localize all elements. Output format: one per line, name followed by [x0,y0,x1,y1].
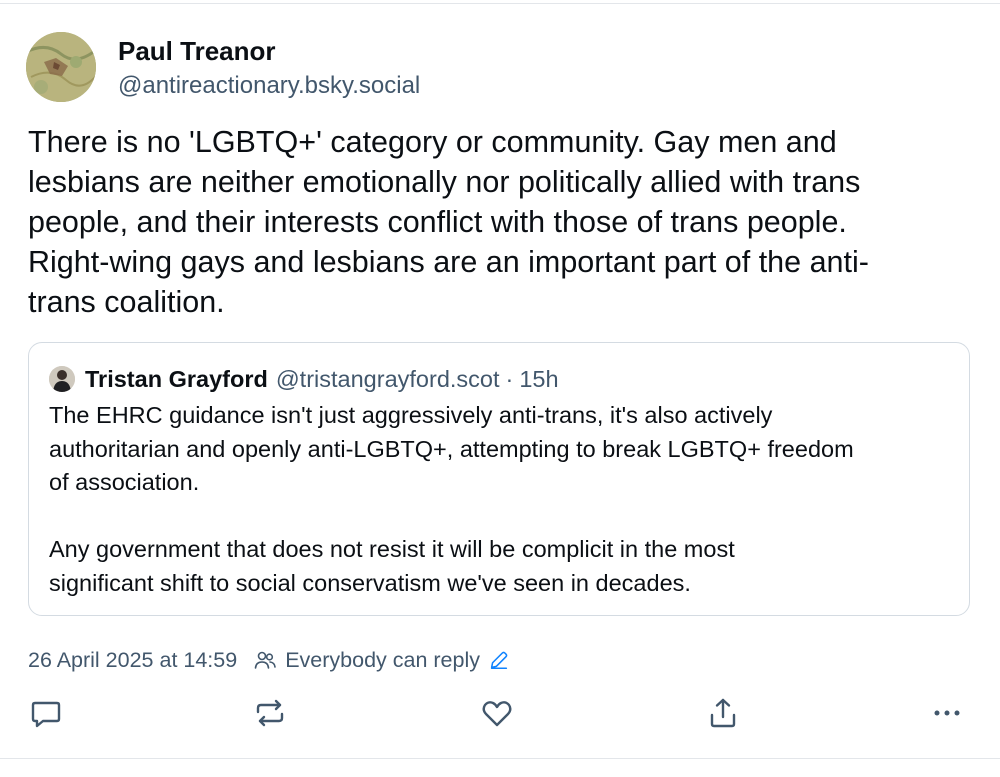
quoted-post-text: The EHRC guidance isn't just aggressivel… [49,402,854,596]
author-handle[interactable]: @antireactionary.bsky.social [118,72,420,100]
pencil-icon[interactable] [488,649,510,671]
reply-button[interactable] [25,692,67,734]
quoted-author-name[interactable]: Tristan Grayford [85,366,268,393]
share-icon [710,698,736,728]
more-dots-icon [934,710,960,716]
separator-dot: · [505,365,514,392]
avatar-map-image [26,32,96,102]
repost-button[interactable] [249,692,291,734]
share-button[interactable] [702,692,744,734]
comment-icon [31,701,61,728]
post-actions-bar [0,692,1000,734]
quoted-post-card[interactable]: Tristan Grayford @tristangrayford.scot ·… [28,342,970,616]
avatar-person-image [49,366,75,392]
post-text: There is no 'LGBTQ+' category or communi… [28,125,869,319]
quoted-author-avatar[interactable] [49,366,75,392]
quoted-post-time: 15h [519,365,559,392]
post-timestamp: 26 April 2025 at 14:59 [28,647,238,672]
like-button[interactable] [476,692,518,734]
heart-icon [482,701,512,727]
reply-setting-label[interactable]: Everybody can reply [285,648,480,673]
author-avatar[interactable] [26,32,96,102]
more-options-button[interactable] [926,692,968,734]
post-meta: 26 April 2025 at 14:59 Everybody can rep… [28,646,510,674]
bottom-divider [0,758,1000,759]
quoted-post-header: Tristan Grayford @tristangrayford.scot ·… [49,365,559,393]
author-name[interactable]: Paul Treanor [118,36,276,67]
repost-icon [256,699,284,727]
people-icon [254,651,277,669]
quoted-author-handle[interactable]: @tristangrayford.scot [276,366,500,393]
top-divider [0,3,1000,4]
